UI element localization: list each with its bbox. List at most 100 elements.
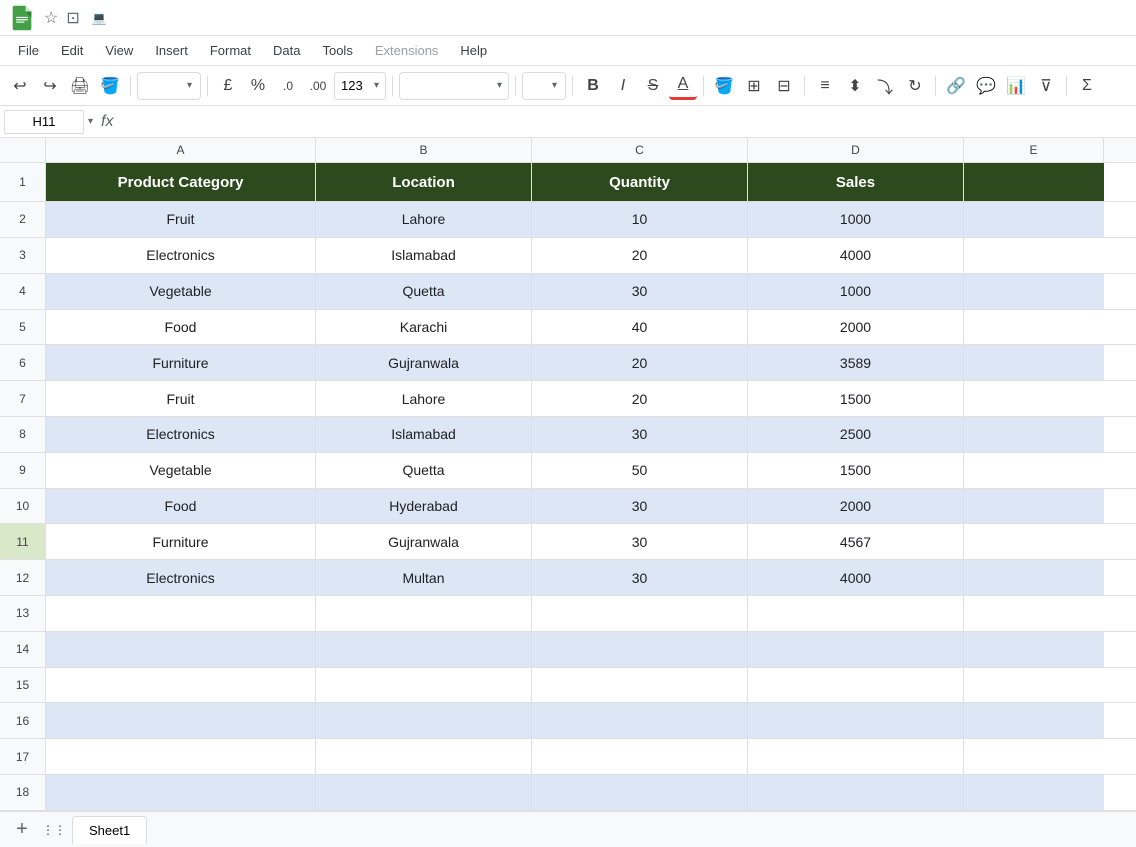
- cell-e7[interactable]: [964, 381, 1104, 416]
- cell-a16[interactable]: [46, 703, 316, 738]
- sheet-tab-sheet1[interactable]: Sheet1: [72, 816, 147, 844]
- row-number[interactable]: 9: [0, 453, 46, 488]
- row-number[interactable]: 18: [0, 775, 46, 810]
- col-header-b[interactable]: B: [316, 138, 532, 162]
- cell-b7[interactable]: Lahore: [316, 381, 532, 416]
- cell-a13[interactable]: [46, 596, 316, 631]
- cell-c2[interactable]: 10: [532, 202, 748, 237]
- cell-d8[interactable]: 2500: [748, 417, 964, 452]
- redo-button[interactable]: ↪: [36, 72, 64, 100]
- cell-d15[interactable]: [748, 668, 964, 703]
- row-number[interactable]: 4: [0, 274, 46, 309]
- cell-d7[interactable]: 1500: [748, 381, 964, 416]
- cell-e17[interactable]: [964, 739, 1104, 774]
- cell-e1[interactable]: [964, 163, 1104, 201]
- borders-button[interactable]: ⊞: [740, 72, 768, 100]
- menu-extensions[interactable]: Extensions: [365, 39, 449, 62]
- cell-c13[interactable]: [532, 596, 748, 631]
- cell-d13[interactable]: [748, 596, 964, 631]
- align-button[interactable]: ≡: [811, 72, 839, 100]
- filter-button[interactable]: ⊽: [1032, 72, 1060, 100]
- cell-b2[interactable]: Lahore: [316, 202, 532, 237]
- cell-a7[interactable]: Fruit: [46, 381, 316, 416]
- cell-d14[interactable]: [748, 632, 964, 667]
- menu-view[interactable]: View: [95, 39, 143, 62]
- cell-e8[interactable]: [964, 417, 1104, 452]
- col-header-d[interactable]: D: [748, 138, 964, 162]
- strikethrough-button[interactable]: S: [639, 72, 667, 100]
- cell-a2[interactable]: Fruit: [46, 202, 316, 237]
- row-number[interactable]: 13: [0, 596, 46, 631]
- cell-b14[interactable]: [316, 632, 532, 667]
- cell-c4[interactable]: 30: [532, 274, 748, 309]
- row-number[interactable]: 2: [0, 202, 46, 237]
- wrap-button[interactable]: ⤵: [871, 72, 899, 100]
- cell-a5[interactable]: Food: [46, 310, 316, 345]
- cell-c16[interactable]: [532, 703, 748, 738]
- cell-d2[interactable]: 1000: [748, 202, 964, 237]
- undo-button[interactable]: ↩: [6, 72, 34, 100]
- cell-c17[interactable]: [532, 739, 748, 774]
- row-number[interactable]: 11: [0, 524, 46, 559]
- row-number[interactable]: 17: [0, 739, 46, 774]
- cell-e5[interactable]: [964, 310, 1104, 345]
- cell-d3[interactable]: 4000: [748, 238, 964, 273]
- menu-file[interactable]: File: [8, 39, 49, 62]
- row-number[interactable]: 16: [0, 703, 46, 738]
- cell-b17[interactable]: [316, 739, 532, 774]
- move-icon[interactable]: ⊡: [66, 8, 79, 28]
- cell-b13[interactable]: [316, 596, 532, 631]
- cell-b9[interactable]: Quetta: [316, 453, 532, 488]
- cell-d18[interactable]: [748, 775, 964, 810]
- cell-b11[interactable]: Gujranwala: [316, 524, 532, 559]
- currency-button[interactable]: £: [214, 72, 242, 100]
- rotate-button[interactable]: ↻: [901, 72, 929, 100]
- cell-d11[interactable]: 4567: [748, 524, 964, 559]
- cell-c14[interactable]: [532, 632, 748, 667]
- cell-a6[interactable]: Furniture: [46, 345, 316, 380]
- menu-insert[interactable]: Insert: [145, 39, 198, 62]
- cell-e15[interactable]: [964, 668, 1104, 703]
- menu-edit[interactable]: Edit: [51, 39, 93, 62]
- col-header-c[interactable]: C: [532, 138, 748, 162]
- row-number[interactable]: 5: [0, 310, 46, 345]
- cell-b8[interactable]: Islamabad: [316, 417, 532, 452]
- cell-c18[interactable]: [532, 775, 748, 810]
- cell-a9[interactable]: Vegetable: [46, 453, 316, 488]
- cell-a8[interactable]: Electronics: [46, 417, 316, 452]
- row-number[interactable]: 8: [0, 417, 46, 452]
- row-number[interactable]: 6: [0, 345, 46, 380]
- cell-a11[interactable]: Furniture: [46, 524, 316, 559]
- add-sheet-button[interactable]: +: [8, 816, 36, 844]
- cell-e13[interactable]: [964, 596, 1104, 631]
- cell-c3[interactable]: 20: [532, 238, 748, 273]
- menu-help[interactable]: Help: [450, 39, 497, 62]
- cell-d6[interactable]: 3589: [748, 345, 964, 380]
- cell-a18[interactable]: [46, 775, 316, 810]
- cell-c10[interactable]: 30: [532, 489, 748, 524]
- cell-b5[interactable]: Karachi: [316, 310, 532, 345]
- cell-b12[interactable]: Multan: [316, 560, 532, 595]
- menu-tools[interactable]: Tools: [312, 39, 362, 62]
- chart-button[interactable]: 📊: [1002, 72, 1030, 100]
- valign-button[interactable]: ⬍: [841, 72, 869, 100]
- cell-e3[interactable]: [964, 238, 1104, 273]
- zoom-selector[interactable]: ▾: [137, 72, 201, 100]
- cell-a12[interactable]: Electronics: [46, 560, 316, 595]
- cell-c12[interactable]: 30: [532, 560, 748, 595]
- row-number[interactable]: 3: [0, 238, 46, 273]
- format-selector[interactable]: 123 ▾: [334, 72, 386, 100]
- all-sheets-button[interactable]: ⋮⋮: [40, 816, 68, 844]
- bold-button[interactable]: B: [579, 72, 607, 100]
- cell-a15[interactable]: [46, 668, 316, 703]
- cell-a1[interactable]: Product Category: [46, 163, 316, 201]
- cell-b16[interactable]: [316, 703, 532, 738]
- row-number[interactable]: 10: [0, 489, 46, 524]
- decimal-inc-button[interactable]: .00: [304, 72, 332, 100]
- cell-e6[interactable]: [964, 345, 1104, 380]
- comment-button[interactable]: 💬: [972, 72, 1000, 100]
- cell-a17[interactable]: [46, 739, 316, 774]
- row-number[interactable]: 15: [0, 668, 46, 703]
- menu-data[interactable]: Data: [263, 39, 310, 62]
- cell-b6[interactable]: Gujranwala: [316, 345, 532, 380]
